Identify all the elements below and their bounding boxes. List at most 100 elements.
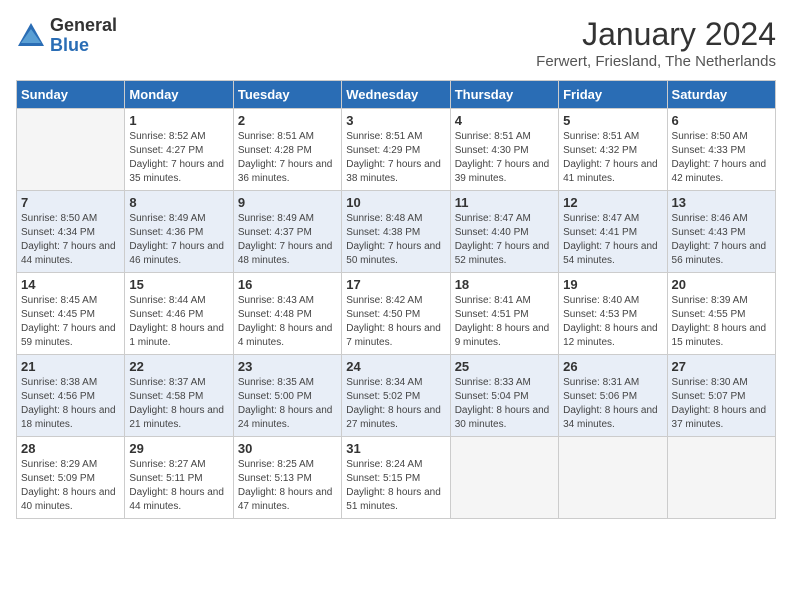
day-detail: Sunrise: 8:33 AMSunset: 5:04 PMDaylight:…	[455, 376, 554, 432]
calendar-week-row: 14Sunrise: 8:45 AMSunset: 4:45 PMDayligh…	[17, 273, 776, 355]
day-detail: Sunrise: 8:47 AMSunset: 4:41 PMDaylight:…	[563, 212, 662, 268]
table-row: 26 Sunrise: 8:31 AMSunset: 5:06 PMDayligh…	[559, 355, 667, 437]
header-wednesday: Wednesday	[342, 81, 450, 109]
table-row: 3 Sunrise: 8:51 AMSunset: 4:29 PMDaylight…	[342, 109, 450, 191]
day-number: 14	[21, 277, 120, 292]
header-thursday: Thursday	[450, 81, 558, 109]
day-detail: Sunrise: 8:41 AMSunset: 4:51 PMDaylight:…	[455, 294, 554, 350]
table-row: 25 Sunrise: 8:33 AMSunset: 5:04 PMDayligh…	[450, 355, 558, 437]
header-sunday: Sunday	[17, 81, 125, 109]
day-number: 25	[455, 359, 554, 374]
table-row: 23 Sunrise: 8:35 AMSunset: 5:00 PMDayligh…	[233, 355, 341, 437]
table-row: 19 Sunrise: 8:40 AMSunset: 4:53 PMDayligh…	[559, 273, 667, 355]
table-row: 22 Sunrise: 8:37 AMSunset: 4:58 PMDayligh…	[125, 355, 233, 437]
day-number: 17	[346, 277, 445, 292]
day-number: 9	[238, 195, 337, 210]
day-detail: Sunrise: 8:38 AMSunset: 4:56 PMDaylight:…	[21, 376, 120, 432]
logo-text: General Blue	[50, 16, 117, 56]
day-detail: Sunrise: 8:46 AMSunset: 4:43 PMDaylight:…	[672, 212, 771, 268]
day-number: 12	[563, 195, 662, 210]
logo-general: General	[50, 16, 117, 36]
table-row	[559, 437, 667, 519]
logo-icon	[16, 21, 46, 51]
day-number: 13	[672, 195, 771, 210]
day-number: 4	[455, 113, 554, 128]
day-detail: Sunrise: 8:42 AMSunset: 4:50 PMDaylight:…	[346, 294, 445, 350]
day-detail: Sunrise: 8:51 AMSunset: 4:29 PMDaylight:…	[346, 130, 445, 186]
day-number: 29	[129, 441, 228, 456]
day-number: 27	[672, 359, 771, 374]
table-row	[17, 109, 125, 191]
table-row: 16Sunrise: 8:43 AMSunset: 4:48 PMDayligh…	[233, 273, 341, 355]
calendar-week-row: 21 Sunrise: 8:38 AMSunset: 4:56 PMDayligh…	[17, 355, 776, 437]
day-detail: Sunrise: 8:44 AMSunset: 4:46 PMDaylight:…	[129, 294, 228, 350]
day-detail: Sunrise: 8:52 AMSunset: 4:27 PMDaylight:…	[129, 130, 228, 186]
table-row: 24 Sunrise: 8:34 AMSunset: 5:02 PMDayligh…	[342, 355, 450, 437]
calendar-header-row: Sunday Monday Tuesday Wednesday Thursday…	[17, 81, 776, 109]
table-row: 5 Sunrise: 8:51 AMSunset: 4:32 PMDaylight…	[559, 109, 667, 191]
day-number: 22	[129, 359, 228, 374]
day-detail: Sunrise: 8:31 AMSunset: 5:06 PMDaylight:…	[563, 376, 662, 432]
day-number: 30	[238, 441, 337, 456]
page-header: General Blue January 2024 Ferwert, Fries…	[16, 16, 776, 70]
header-friday: Friday	[559, 81, 667, 109]
day-number: 10	[346, 195, 445, 210]
day-detail: Sunrise: 8:29 AMSunset: 5:09 PMDaylight:…	[21, 458, 120, 514]
day-number: 26	[563, 359, 662, 374]
day-number: 19	[563, 277, 662, 292]
day-number: 15	[129, 277, 228, 292]
day-number: 23	[238, 359, 337, 374]
day-detail: Sunrise: 8:51 AMSunset: 4:28 PMDaylight:…	[238, 130, 337, 186]
calendar-week-row: 28Sunrise: 8:29 AMSunset: 5:09 PMDayligh…	[17, 437, 776, 519]
table-row: 15 Sunrise: 8:44 AMSunset: 4:46 PMDayligh…	[125, 273, 233, 355]
logo: General Blue	[16, 16, 117, 56]
day-number: 16	[238, 277, 337, 292]
table-row: 31 Sunrise: 8:24 AMSunset: 5:15 PMDayligh…	[342, 437, 450, 519]
day-detail: Sunrise: 8:24 AMSunset: 5:15 PMDaylight:…	[346, 458, 445, 514]
day-detail: Sunrise: 8:47 AMSunset: 4:40 PMDaylight:…	[455, 212, 554, 268]
table-row: 27 Sunrise: 8:30 AMSunset: 5:07 PMDayligh…	[667, 355, 775, 437]
day-detail: Sunrise: 8:50 AMSunset: 4:33 PMDaylight:…	[672, 130, 771, 186]
table-row: 8 Sunrise: 8:49 AMSunset: 4:36 PMDaylight…	[125, 191, 233, 273]
calendar-week-row: 7Sunrise: 8:50 AMSunset: 4:34 PMDaylight…	[17, 191, 776, 273]
day-detail: Sunrise: 8:27 AMSunset: 5:11 PMDaylight:…	[129, 458, 228, 514]
logo-blue: Blue	[50, 36, 117, 56]
day-number: 6	[672, 113, 771, 128]
day-detail: Sunrise: 8:50 AMSunset: 4:34 PMDaylight:…	[21, 212, 120, 268]
day-detail: Sunrise: 8:49 AMSunset: 4:36 PMDaylight:…	[129, 212, 228, 268]
day-number: 24	[346, 359, 445, 374]
day-number: 3	[346, 113, 445, 128]
header-saturday: Saturday	[667, 81, 775, 109]
table-row: 17 Sunrise: 8:42 AMSunset: 4:50 PMDayligh…	[342, 273, 450, 355]
table-row: 6 Sunrise: 8:50 AMSunset: 4:33 PMDaylight…	[667, 109, 775, 191]
day-number: 18	[455, 277, 554, 292]
day-detail: Sunrise: 8:25 AMSunset: 5:13 PMDaylight:…	[238, 458, 337, 514]
day-number: 8	[129, 195, 228, 210]
table-row	[667, 437, 775, 519]
day-detail: Sunrise: 8:51 AMSunset: 4:32 PMDaylight:…	[563, 130, 662, 186]
table-row: 13 Sunrise: 8:46 AMSunset: 4:43 PMDayligh…	[667, 191, 775, 273]
day-number: 2	[238, 113, 337, 128]
header-tuesday: Tuesday	[233, 81, 341, 109]
day-number: 5	[563, 113, 662, 128]
table-row: 1 Sunrise: 8:52 AMSunset: 4:27 PMDaylight…	[125, 109, 233, 191]
day-detail: Sunrise: 8:30 AMSunset: 5:07 PMDaylight:…	[672, 376, 771, 432]
table-row: 14Sunrise: 8:45 AMSunset: 4:45 PMDayligh…	[17, 273, 125, 355]
table-row: 12 Sunrise: 8:47 AMSunset: 4:41 PMDayligh…	[559, 191, 667, 273]
table-row	[450, 437, 558, 519]
day-number: 1	[129, 113, 228, 128]
table-row: 10 Sunrise: 8:48 AMSunset: 4:38 PMDayligh…	[342, 191, 450, 273]
location-title: Ferwert, Friesland, The Netherlands	[536, 53, 776, 70]
day-detail: Sunrise: 8:34 AMSunset: 5:02 PMDaylight:…	[346, 376, 445, 432]
day-number: 20	[672, 277, 771, 292]
day-number: 21	[21, 359, 120, 374]
day-detail: Sunrise: 8:48 AMSunset: 4:38 PMDaylight:…	[346, 212, 445, 268]
day-detail: Sunrise: 8:40 AMSunset: 4:53 PMDaylight:…	[563, 294, 662, 350]
day-detail: Sunrise: 8:35 AMSunset: 5:00 PMDaylight:…	[238, 376, 337, 432]
day-detail: Sunrise: 8:37 AMSunset: 4:58 PMDaylight:…	[129, 376, 228, 432]
table-row: 7Sunrise: 8:50 AMSunset: 4:34 PMDaylight…	[17, 191, 125, 273]
calendar-week-row: 1 Sunrise: 8:52 AMSunset: 4:27 PMDaylight…	[17, 109, 776, 191]
day-detail: Sunrise: 8:49 AMSunset: 4:37 PMDaylight:…	[238, 212, 337, 268]
day-number: 31	[346, 441, 445, 456]
table-row: 30 Sunrise: 8:25 AMSunset: 5:13 PMDayligh…	[233, 437, 341, 519]
